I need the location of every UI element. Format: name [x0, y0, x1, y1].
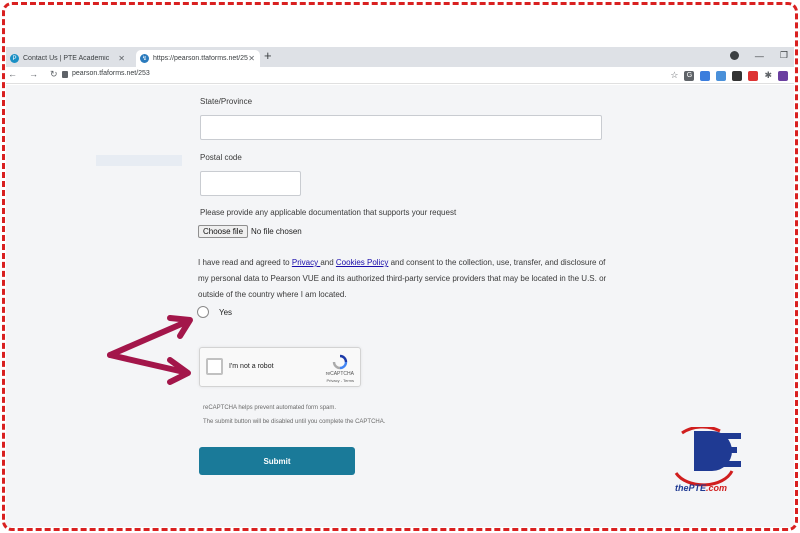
recaptcha-links[interactable]: Privacy - Terms: [327, 378, 354, 383]
tab-form[interactable]: ↯ https://pearson.tfaforms.net/253 ✕: [136, 50, 260, 67]
extension-icons: ☆ G ✱: [670, 70, 788, 81]
browser-tab-bar: P Contact Us | PTE Academic ✕ ↯ https://…: [6, 47, 794, 67]
postal-code-label: Postal code: [200, 153, 242, 162]
documentation-label: Please provide any applicable documentat…: [200, 208, 457, 217]
extension-camera-icon[interactable]: [716, 70, 727, 81]
minimize-icon[interactable]: —: [755, 51, 764, 61]
recaptcha-brand: reCAPTCHA: [325, 371, 354, 377]
yes-label: Yes: [219, 307, 233, 317]
url-field[interactable]: pearson.tfaforms.net/253: [72, 70, 150, 77]
tab-label: https://pearson.tfaforms.net/253: [153, 55, 249, 62]
watermark-text: thePTE.com: [675, 483, 727, 493]
annotation-arrows: [107, 315, 193, 385]
privacy-link[interactable]: Privacy: [292, 258, 320, 267]
extension-red-icon[interactable]: [748, 70, 759, 81]
back-icon[interactable]: ←: [8, 69, 17, 80]
recaptcha-label: I'm not a robot: [229, 363, 274, 370]
lock-icon[interactable]: [62, 71, 68, 78]
extension-purple-icon[interactable]: [778, 70, 788, 81]
reload-icon[interactable]: ↻: [50, 69, 58, 80]
submit-disabled-note: The submit button will be disabled until…: [203, 419, 386, 425]
state-input[interactable]: [200, 115, 602, 140]
recaptcha-widget: I'm not a robot reCAPTCHA Privacy - Term…: [199, 347, 361, 387]
watermark-tld: .com: [706, 483, 728, 493]
star-icon[interactable]: ☆: [670, 70, 678, 81]
cookies-policy-link[interactable]: Cookies Policy: [336, 258, 388, 267]
window-controls: — ❐: [729, 50, 788, 61]
address-bar: ← → ↻ pearson.tfaforms.net/253 ☆ G ✱: [6, 67, 794, 84]
consent-text: I have read and agreed to Privacy and Co…: [198, 255, 608, 303]
puzzle-icon[interactable]: ✱: [764, 70, 772, 81]
forward-icon[interactable]: →: [29, 69, 38, 80]
tab-close-icon[interactable]: ✕: [118, 54, 125, 63]
recaptcha-logo-icon: [332, 354, 348, 370]
tab-close-icon[interactable]: ✕: [248, 54, 255, 63]
profile-icon[interactable]: [729, 51, 739, 60]
choose-file-button[interactable]: Choose file: [198, 225, 249, 238]
file-upload: Choose file No file chosen: [198, 225, 302, 238]
form-favicon-icon: ↯: [140, 54, 149, 63]
recaptcha-note: reCAPTCHA helps prevent automated form s…: [203, 405, 337, 411]
postal-code-input[interactable]: [200, 171, 301, 196]
tab-label: Contact Us | PTE Academic: [23, 55, 110, 62]
maximize-icon[interactable]: ❐: [780, 50, 788, 61]
faded-sidebar-element: [96, 155, 182, 166]
nav-buttons: ← → ↻: [8, 69, 58, 80]
new-tab-button[interactable]: +: [264, 48, 272, 63]
consent-yes-option[interactable]: Yes: [197, 306, 232, 318]
recaptcha-checkbox[interactable]: [206, 358, 223, 375]
submit-button[interactable]: Submit: [199, 447, 355, 475]
state-label: State/Province: [200, 97, 253, 106]
file-status: No file chosen: [251, 227, 302, 236]
consent-and: and: [320, 258, 336, 267]
tab-contact-us[interactable]: P Contact Us | PTE Academic ✕: [6, 50, 130, 67]
translate-icon[interactable]: G: [684, 70, 695, 81]
pte-favicon-icon: P: [10, 54, 19, 63]
watermark-main: thePTE: [675, 483, 707, 493]
consent-pre: I have read and agreed to: [198, 258, 292, 267]
extension-dark-icon[interactable]: [732, 70, 743, 81]
extension-blue-icon[interactable]: [700, 70, 711, 81]
